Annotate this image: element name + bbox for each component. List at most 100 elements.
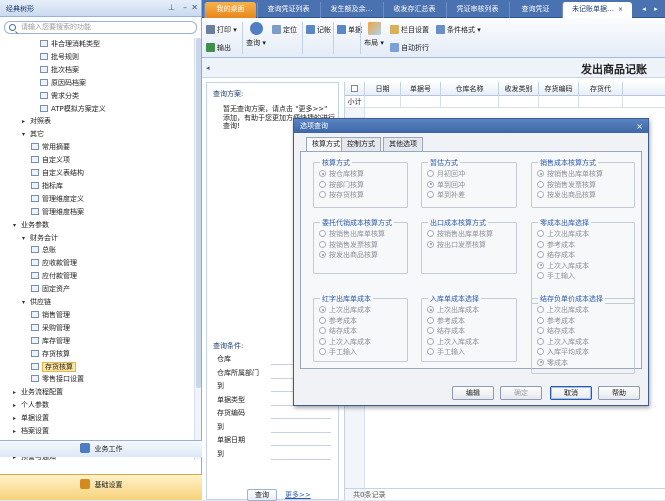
tree-item[interactable]: 原因码档案: [40, 77, 86, 90]
nav-search-input[interactable]: 请输入您要搜索的功能: [4, 21, 197, 34]
radio-button[interactable]: [319, 230, 326, 237]
radio-option[interactable]: 上次出库成本: [537, 305, 589, 315]
radio-option[interactable]: 上次入库成本: [319, 337, 371, 347]
radio-option[interactable]: 上次入库成本: [537, 261, 589, 271]
help-button[interactable]: 帮助: [598, 386, 640, 400]
radio-button[interactable]: [427, 306, 434, 313]
tree-item[interactable]: 自定义项: [31, 154, 70, 167]
tab-unposted-bills[interactable]: 未记账单据… ×: [562, 2, 632, 18]
radio-option[interactable]: 参考成本: [319, 316, 357, 326]
tree-item[interactable]: 应收款管理: [31, 257, 77, 270]
radio-button[interactable]: [537, 230, 544, 237]
radio-option[interactable]: 按仓库核算: [319, 169, 364, 179]
radio-button[interactable]: [537, 251, 544, 258]
dialog-tab-other[interactable]: 其他选项: [383, 137, 423, 151]
grid-column-header[interactable]: 存货代: [579, 82, 623, 96]
tree-item[interactable]: ▸ 个人参数: [13, 399, 49, 412]
collapse-arrow-icon[interactable]: ◂: [206, 64, 210, 72]
radio-option[interactable]: 结存成本: [537, 250, 575, 260]
radio-option[interactable]: 参考成本: [537, 240, 575, 250]
grid-column-header[interactable]: 单据号: [401, 82, 441, 96]
radio-button[interactable]: [319, 337, 326, 345]
condition-format-button[interactable]: 条件格式 ▾: [436, 24, 481, 36]
radio-option[interactable]: 结存成本: [319, 326, 357, 336]
radio-option[interactable]: 按发出商品核算: [537, 190, 596, 200]
expanded-arrow-icon[interactable]: ▾: [13, 219, 21, 232]
tree-item[interactable]: 管理维度定义: [31, 193, 84, 206]
tree-item[interactable]: ▸ 单据设置: [13, 412, 49, 425]
radio-button[interactable]: [319, 240, 326, 248]
tree-item[interactable]: 自定义表结构: [31, 167, 84, 180]
radio-button[interactable]: [319, 180, 326, 188]
dialog-tab-accounting[interactable]: 核算方式: [306, 137, 346, 152]
dialog-close-icon[interactable]: ×: [636, 120, 643, 134]
radio-button[interactable]: [319, 348, 326, 355]
radio-option[interactable]: 按销售出库单核算: [319, 229, 385, 239]
edit-button[interactable]: 编辑: [452, 386, 494, 400]
radio-button[interactable]: [427, 348, 434, 355]
radio-option[interactable]: 按发出商品核算: [319, 250, 378, 260]
tab-voucher-list[interactable]: 查询凭证列表: [257, 2, 319, 18]
radio-option[interactable]: 按存货核算: [319, 190, 364, 200]
grid-cell[interactable]: [499, 96, 539, 108]
tree-item[interactable]: ▸ 业务流程配置: [13, 386, 63, 399]
tree-item[interactable]: 零售接口设置: [31, 373, 84, 386]
nav-bottom-basic-settings[interactable]: 基础设置: [0, 474, 202, 500]
tree-item[interactable]: 批次档案: [40, 64, 79, 77]
radio-button[interactable]: [427, 230, 434, 237]
radio-option[interactable]: 参考成本: [537, 316, 575, 326]
grid-cell[interactable]: [401, 96, 441, 108]
bill-button[interactable]: 单据: [337, 24, 362, 36]
radio-button[interactable]: [319, 170, 326, 177]
tree-item[interactable]: ▸ 档案设置: [13, 425, 49, 438]
radio-option[interactable]: 入库平均成本: [537, 347, 589, 357]
locate-button[interactable]: 定位: [272, 24, 297, 36]
radio-button[interactable]: [427, 240, 434, 248]
radio-button[interactable]: [427, 170, 434, 177]
tab-inventory-summary[interactable]: 收发存汇总表: [383, 2, 445, 18]
tree-item[interactable]: 常用摘要: [31, 141, 70, 154]
nav-bottom-business[interactable]: 业务工作: [0, 440, 202, 457]
collapsed-arrow-icon[interactable]: ▸: [13, 399, 21, 412]
radio-option[interactable]: 参考成本: [427, 316, 465, 326]
radio-option[interactable]: 按销售发票核算: [319, 240, 378, 250]
nav-scrollbar[interactable]: [194, 38, 201, 460]
tree-item[interactable]: 库存管理: [31, 335, 70, 348]
radio-button[interactable]: [427, 191, 434, 198]
select-all-cell[interactable]: [345, 82, 365, 96]
expanded-arrow-icon[interactable]: ▾: [22, 232, 30, 245]
confirm-button[interactable]: 确定: [500, 386, 542, 400]
bookkeep-button[interactable]: 记帐: [306, 24, 331, 36]
tab-desktop[interactable]: 我的桌面: [204, 2, 256, 18]
radio-button[interactable]: [319, 251, 326, 258]
grid-cell[interactable]: [579, 96, 623, 108]
query-button[interactable]: 查询 ▾: [246, 22, 266, 49]
grid-column-header[interactable]: 存货编码: [539, 82, 579, 96]
radio-option[interactable]: 上次出库成本: [427, 305, 479, 315]
collapsed-arrow-icon[interactable]: ▸: [13, 386, 21, 399]
radio-button[interactable]: [537, 191, 544, 198]
minimize-icon[interactable]: –: [183, 3, 187, 12]
radio-button[interactable]: [427, 337, 434, 345]
radio-button[interactable]: [537, 180, 544, 188]
tree-item[interactable]: ▾ 业务参数: [13, 219, 49, 232]
radio-button[interactable]: [537, 240, 544, 248]
tab-voucher-audit[interactable]: 凭证审核列表: [446, 2, 508, 18]
radio-button[interactable]: [319, 191, 326, 198]
grid-cell[interactable]: [365, 96, 401, 108]
radio-option[interactable]: 单到回冲: [427, 180, 465, 190]
condition-input[interactable]: [271, 458, 331, 460]
more-link[interactable]: 更多>>: [285, 490, 311, 500]
radio-button[interactable]: [537, 316, 544, 324]
tree-item[interactable]: 需求分类: [40, 90, 79, 103]
print-button[interactable]: 打印 ▾: [206, 24, 237, 36]
tree-item[interactable]: 总账: [31, 244, 56, 257]
grid-cell[interactable]: [539, 96, 579, 108]
collapsed-arrow-icon[interactable]: ▸: [22, 115, 30, 128]
tab-scroll-right-icon[interactable]: ▸: [650, 2, 662, 18]
tree-item[interactable]: 存货核算: [31, 348, 70, 361]
tab-scroll-left-icon[interactable]: ◂: [638, 2, 650, 18]
radio-option[interactable]: 结存成本: [537, 326, 575, 336]
tree-item[interactable]: ▸ 对照表: [22, 115, 51, 128]
radio-option[interactable]: 手工输入: [537, 271, 575, 281]
